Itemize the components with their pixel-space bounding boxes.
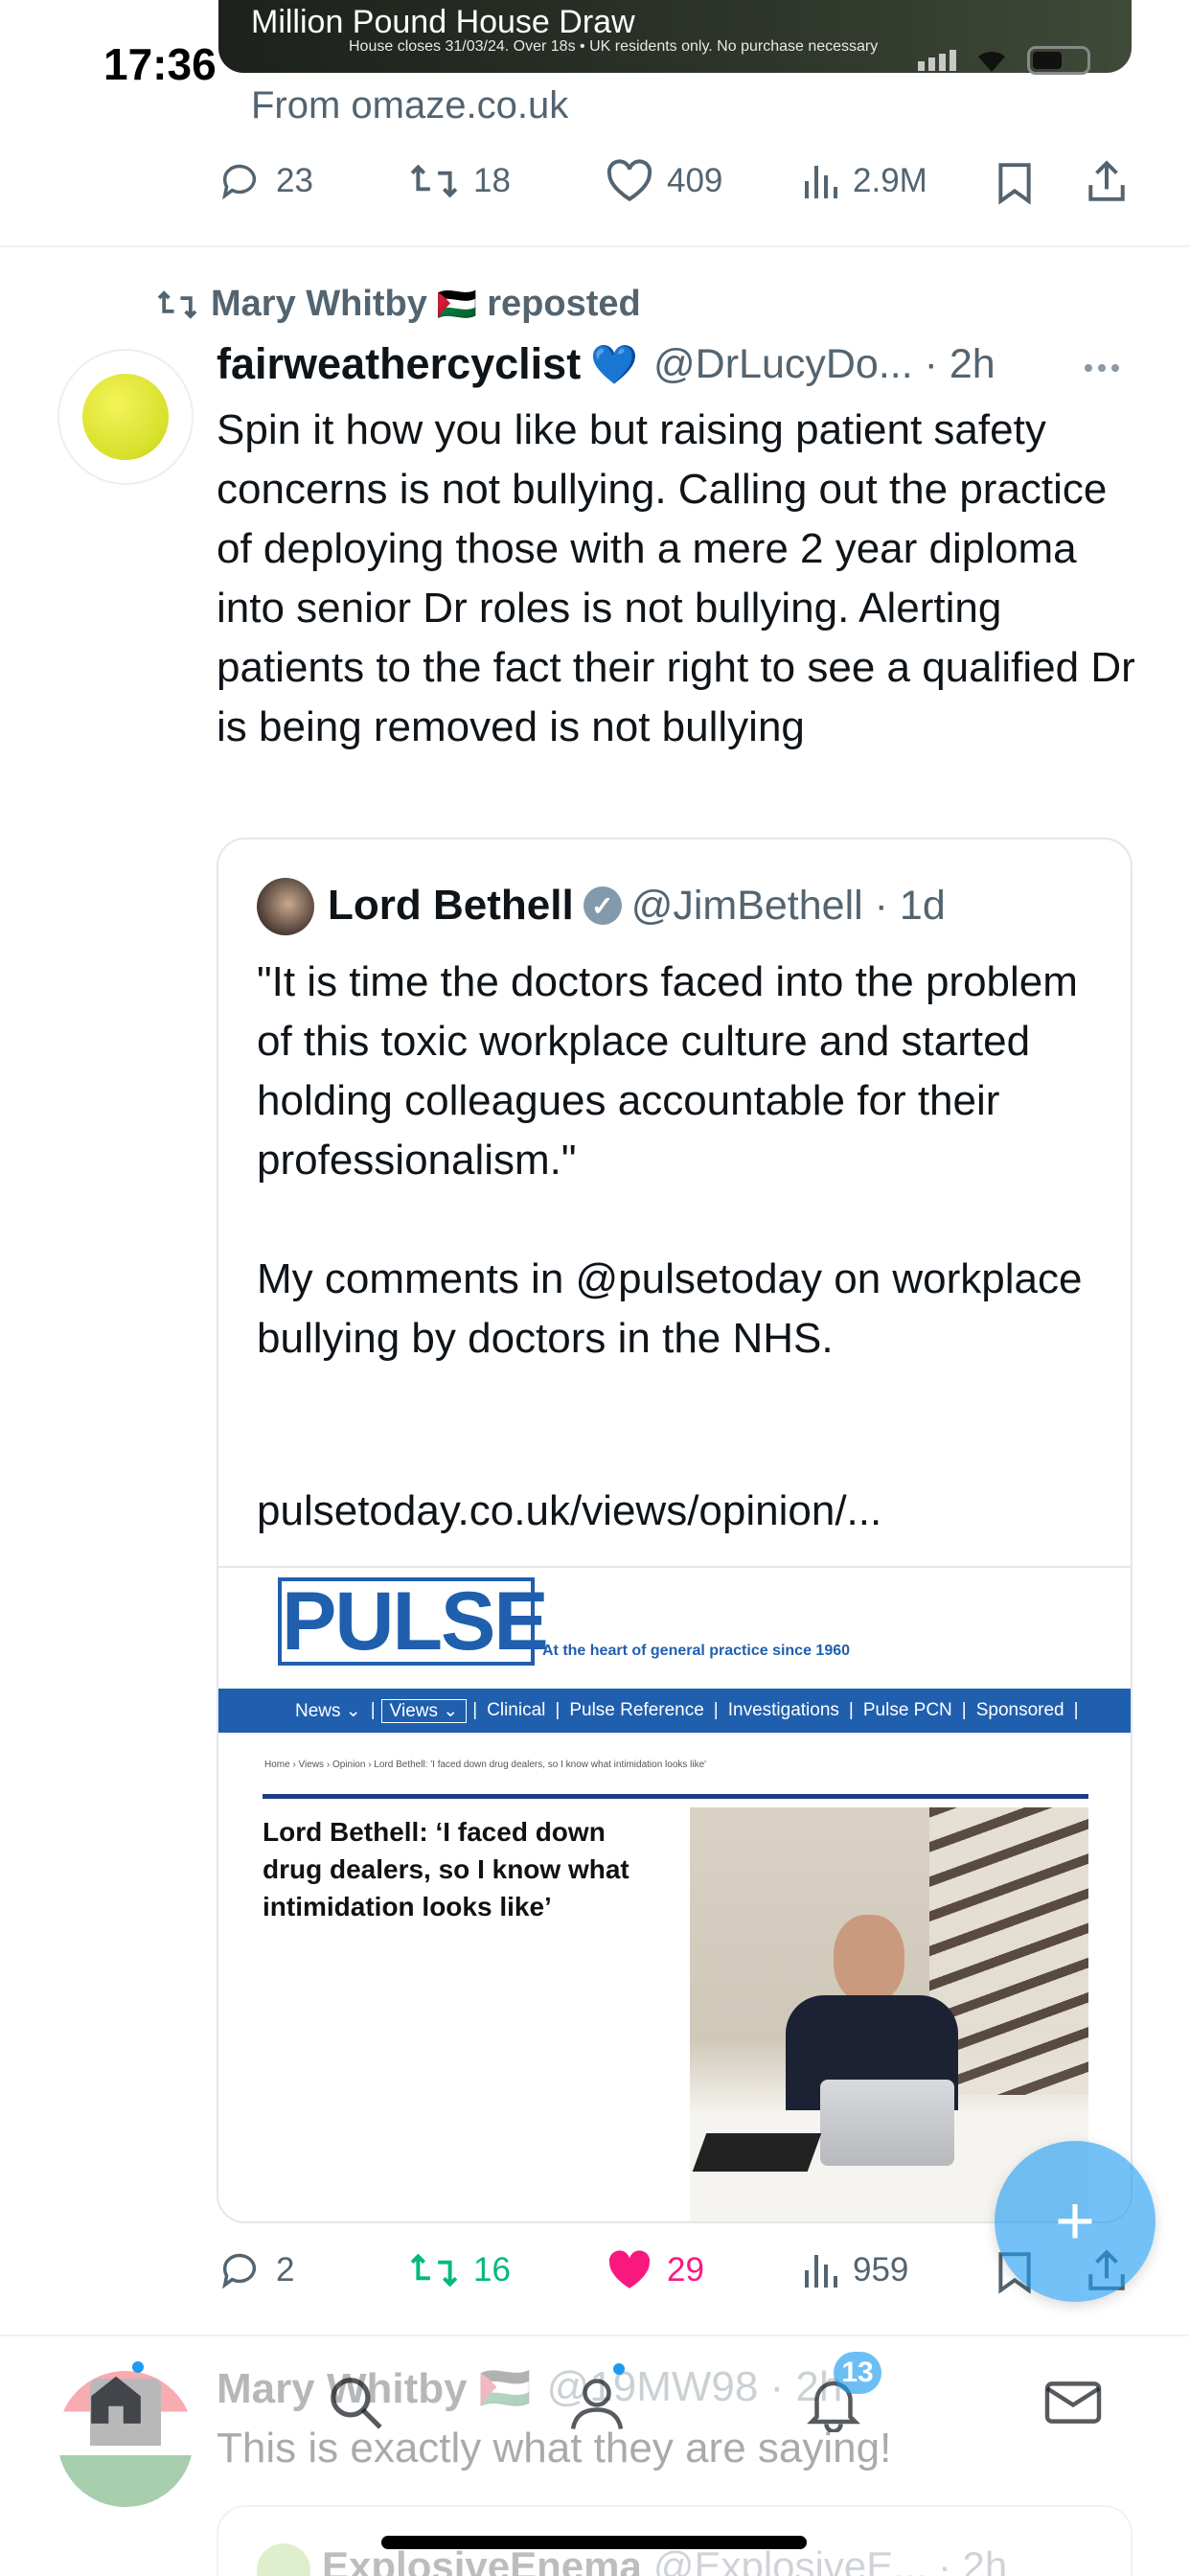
more-options-icon[interactable] xyxy=(1085,364,1119,372)
quote-tweet[interactable]: Lord Bethell ✓ @JimBethell · 1d "It is t… xyxy=(217,838,1133,2223)
like-button[interactable]: 29 xyxy=(606,2248,704,2292)
notifications-badge: 13 xyxy=(834,2352,881,2394)
tennis-ball-icon xyxy=(82,374,169,460)
compose-button[interactable]: + xyxy=(995,2141,1156,2302)
pulse-tagline: At the heart of general practice since 1… xyxy=(542,1643,851,1659)
reposter-flag: 🇵🇸 xyxy=(436,286,478,323)
quote-link[interactable]: pulsetoday.co.uk/views/opinion/... xyxy=(257,1487,881,1535)
author-handle-time[interactable]: @DrLucyDo... · 2h xyxy=(653,341,995,388)
views-button[interactable]: 2.9M xyxy=(801,159,927,203)
home-indicator xyxy=(381,2536,807,2549)
pulse-headline: Lord Bethell: ‘I faced down drug dealers… xyxy=(263,1817,629,1921)
heart-filled-icon xyxy=(608,2250,651,2288)
like-count: 29 xyxy=(667,2251,704,2288)
reply-button[interactable]: 23 xyxy=(217,159,313,203)
tab-search[interactable] xyxy=(326,2373,385,2432)
tab-communities[interactable] xyxy=(563,2363,630,2432)
status-icons xyxy=(918,46,1090,75)
pulse-nav-clinical: Clinical xyxy=(487,1700,546,1720)
signal-icon xyxy=(918,50,956,71)
ad-subtitle: House closes 31/03/24. Over 18s • UK res… xyxy=(349,38,879,55)
like-button[interactable]: 409 xyxy=(606,159,722,203)
tweet-divider xyxy=(0,245,1190,247)
home-icon xyxy=(91,2376,141,2424)
pulse-nav-sponsored: Sponsored xyxy=(975,1700,1064,1720)
link-card-image[interactable]: PULSE At the heart of general practice s… xyxy=(218,1566,1131,2221)
heart-icon xyxy=(606,159,652,202)
views-count: 2.9M xyxy=(853,162,927,199)
communities-icon xyxy=(570,2379,624,2429)
blue-heart-emoji: 💙 xyxy=(590,343,639,386)
wifi-icon xyxy=(973,47,1010,74)
reply-icon xyxy=(222,2253,257,2289)
mail-icon xyxy=(1044,2381,1102,2424)
views-button[interactable]: 959 xyxy=(801,2248,908,2292)
laptop-left xyxy=(692,2133,822,2172)
pulse-rule xyxy=(263,1794,1088,1799)
repost-count: 16 xyxy=(473,2251,511,2288)
search-icon xyxy=(331,2378,382,2429)
pulse-breadcrumb: Home › Views › Opinion › Lord Bethell: '… xyxy=(264,1760,707,1770)
pulse-nav-reference: Pulse Reference xyxy=(569,1700,704,1720)
author-avatar[interactable] xyxy=(57,349,194,485)
tab-home[interactable] xyxy=(86,2361,146,2426)
reply-icon xyxy=(222,164,257,200)
views-icon xyxy=(805,166,837,198)
share-button[interactable] xyxy=(1085,159,1129,203)
quote-author-avatar xyxy=(257,878,314,935)
quote-para2: My comments in @pulsetoday on workplace … xyxy=(257,1255,1083,1362)
tab-bar: 13 xyxy=(0,2338,1190,2576)
reply-button[interactable]: 2 xyxy=(217,2248,294,2292)
plus-icon: + xyxy=(1054,2183,1096,2260)
status-time: 17:36 xyxy=(103,39,217,89)
quote-header: Lord Bethell ✓ @JimBethell · 1d xyxy=(328,882,946,930)
reply-count: 2 xyxy=(276,2251,295,2288)
views-icon xyxy=(805,2255,837,2288)
repost-button[interactable]: 16 xyxy=(408,2248,511,2292)
views-count: 959 xyxy=(853,2251,909,2288)
tweet-divider xyxy=(0,2334,1190,2336)
quote-para1: "It is time the doctors faced into the p… xyxy=(257,958,1078,1184)
pulse-nav-views: Views ⌄ xyxy=(380,1698,468,1723)
tab-messages[interactable] xyxy=(1042,2377,1104,2428)
person-head xyxy=(834,1915,904,2003)
like-count: 409 xyxy=(667,162,723,199)
home-dot xyxy=(132,2361,144,2373)
repost-button[interactable]: 18 xyxy=(408,159,511,203)
pulse-nav-pcn: Pulse PCN xyxy=(862,1700,952,1720)
reply-count: 23 xyxy=(276,162,313,199)
quote-handle-time: @JimBethell · 1d xyxy=(630,882,946,929)
reposted-label: reposted xyxy=(487,284,641,324)
tweet-header: fairweathercyclist 💙 @DrLucyDo... · 2h xyxy=(217,339,1136,389)
bookmark-button[interactable] xyxy=(996,161,1033,205)
repost-context[interactable]: Mary Whitby 🇵🇸 reposted xyxy=(153,284,641,325)
ad-source[interactable]: From omaze.co.uk xyxy=(251,84,568,127)
laptop xyxy=(820,2080,954,2166)
pulse-nav-investigations: Investigations xyxy=(727,1700,839,1720)
repost-count: 18 xyxy=(473,162,511,199)
pulse-nav: News ⌄ | Views ⌄ | Clinical | Pulse Referen… xyxy=(218,1689,1131,1733)
pulse-logo: PULSE xyxy=(278,1577,549,1666)
pulse-nav-news: News ⌄ xyxy=(295,1700,361,1721)
communities-dot xyxy=(613,2363,625,2375)
bookmark-icon xyxy=(998,163,1031,205)
share-icon xyxy=(1088,160,1125,201)
verified-badge-icon: ✓ xyxy=(583,886,622,925)
repost-icon xyxy=(410,164,458,198)
reposter-name: Mary Whitby xyxy=(211,284,427,324)
author-name[interactable]: fairweathercyclist xyxy=(217,339,581,389)
quote-author-name: Lord Bethell xyxy=(328,882,574,929)
tab-notifications[interactable]: 13 xyxy=(805,2352,881,2432)
tweet-text: Spin it how you like but raising patient… xyxy=(217,406,1135,750)
ad-title: Million Pound House Draw xyxy=(251,4,635,40)
repost-icon xyxy=(410,2253,458,2288)
repost-small-icon xyxy=(157,289,197,319)
battery-icon xyxy=(1027,46,1090,75)
